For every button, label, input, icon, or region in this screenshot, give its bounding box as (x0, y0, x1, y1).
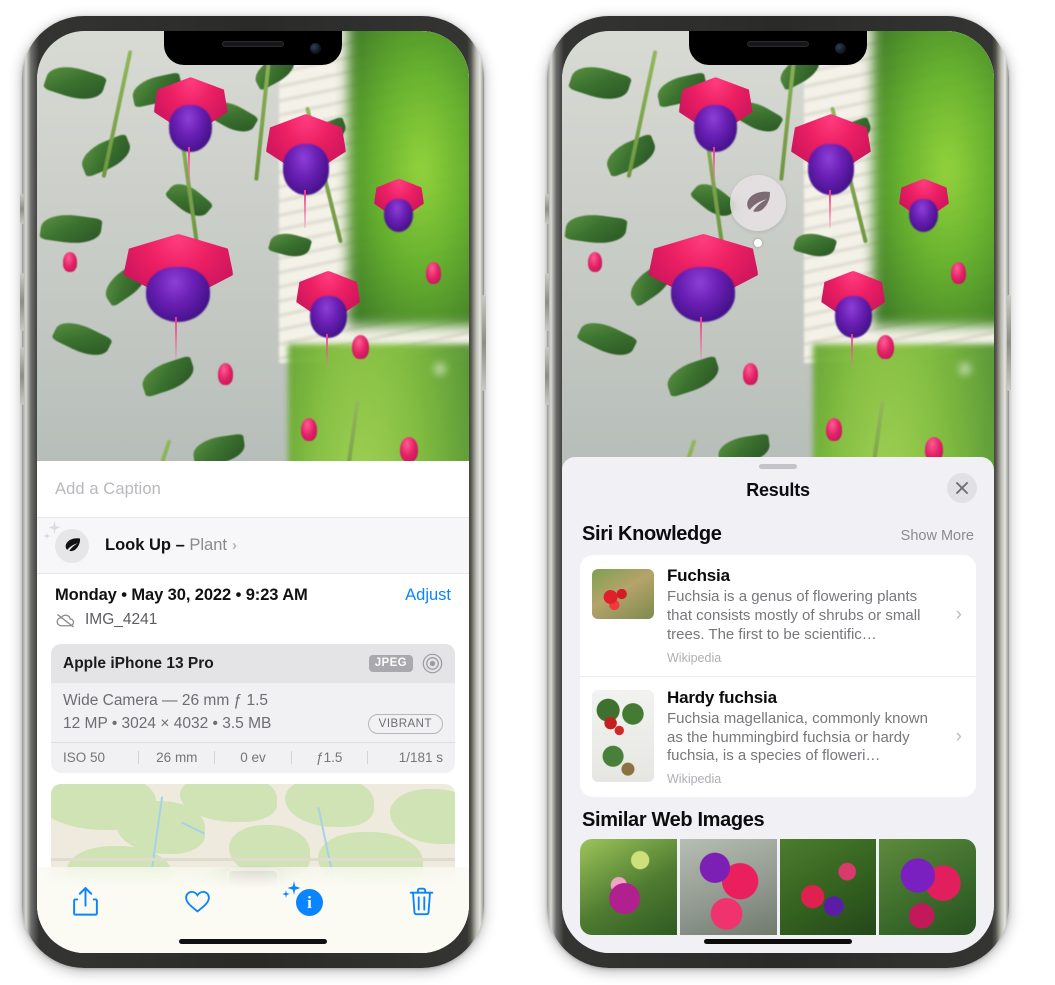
phone-left: Add a Caption Look Up – Plant › Monday •… (20, 16, 486, 968)
knowledge-source: Wikipedia (667, 772, 722, 787)
trash-icon (409, 887, 433, 915)
similar-web-images-strip[interactable] (580, 839, 976, 936)
info-letter: i (296, 889, 323, 916)
knowledge-item[interactable]: Fuchsia Fuchsia is a genus of flowering … (580, 555, 976, 676)
phone-right: Results Siri Knowledge Show More Fuchsia… (545, 16, 1011, 968)
aperture-icon (422, 653, 443, 674)
power-button[interactable] (482, 295, 486, 391)
exif-stat-iso: ISO 50 (63, 750, 106, 765)
sparkle-small-icon (282, 890, 290, 898)
image-size-info: 12 MP • 3024 × 4032 • 3.5 MB (63, 715, 272, 732)
look-up-label-group: Look Up – Plant › (105, 536, 237, 555)
speaker-slot (222, 41, 284, 47)
phone-left-screen: Add a Caption Look Up – Plant › Monday •… (37, 31, 469, 953)
exif-body: Wide Camera — 26 mm ƒ 1.5 12 MP • 3024 ×… (51, 683, 455, 742)
chevron-right-icon: › (955, 604, 962, 626)
leaf-icon (55, 528, 89, 563)
look-up-subject: Plant (189, 536, 227, 554)
visual-lookup-badge[interactable] (730, 175, 786, 231)
heart-icon (184, 890, 210, 912)
share-button[interactable] (63, 881, 107, 921)
exif-header: Apple iPhone 13 Pro JPEG (51, 644, 455, 683)
sparkle-small-icon (43, 531, 51, 540)
siri-knowledge-title: Siri Knowledge (582, 523, 722, 545)
photo-filename: IMG_4241 (85, 611, 158, 628)
silence-switch[interactable] (20, 194, 24, 224)
info-badge: i (282, 881, 324, 916)
show-more-button[interactable]: Show More (901, 528, 974, 544)
web-image-thumbnail[interactable] (679, 839, 777, 936)
photo-datetime: Monday • May 30, 2022 • 9:23 AM (55, 586, 308, 604)
visual-lookup-dot (754, 239, 762, 247)
power-button[interactable] (1007, 295, 1011, 391)
knowledge-thumbnail (592, 569, 654, 619)
notch (164, 31, 342, 65)
format-badge: JPEG (368, 655, 413, 672)
results-sheet: Results Siri Knowledge Show More Fuchsia… (562, 457, 994, 953)
volume-up-button[interactable] (20, 273, 24, 331)
close-icon (956, 482, 968, 494)
lens-info: Wide Camera — 26 mm ƒ 1.5 (63, 692, 269, 709)
sheet-title: Results (746, 479, 810, 500)
web-image-thumbnail[interactable] (779, 839, 877, 936)
exif-stat-aperture: ƒ1.5 (316, 750, 343, 765)
delete-button[interactable] (399, 881, 443, 921)
look-up-icon-group (43, 520, 89, 563)
speaker-slot (747, 41, 809, 47)
knowledge-title: Hardy fuchsia (667, 687, 777, 707)
sheet-header: Results (562, 469, 994, 511)
close-button[interactable] (947, 473, 977, 503)
caption-placeholder: Add a Caption (55, 479, 161, 498)
share-icon (72, 886, 98, 916)
camera-device-name: Apple iPhone 13 Pro (63, 654, 214, 672)
front-camera (310, 43, 321, 54)
knowledge-snippet: Fuchsia magellanica, commonly known as t… (667, 709, 928, 765)
silence-switch[interactable] (545, 194, 549, 224)
knowledge-item[interactable]: Hardy fuchsia Fuchsia magellanica, commo… (580, 675, 976, 798)
knowledge-snippet: Fuchsia is a genus of flowering plants t… (667, 588, 921, 643)
cloud-slash-icon (56, 613, 75, 627)
chevron-right-icon: › (231, 537, 237, 554)
notch (689, 31, 867, 65)
volume-down-button[interactable] (545, 347, 549, 405)
knowledge-title: Fuchsia (667, 566, 730, 585)
info-button[interactable]: i (282, 881, 331, 921)
favorite-button[interactable] (175, 881, 219, 921)
home-indicator[interactable] (704, 939, 852, 944)
adjust-button[interactable]: Adjust (405, 586, 451, 605)
chevron-right-icon: › (955, 726, 962, 747)
exif-stat-focal: 26 mm (156, 750, 198, 765)
exif-stats-row: ISO 50 26 mm 0 ev ƒ1.5 1/181 s (51, 742, 455, 773)
leaf-icon (747, 191, 770, 212)
similar-web-images-title: Similar Web Images (582, 809, 765, 832)
siri-knowledge-header: Siri Knowledge Show More (562, 511, 994, 555)
similar-web-images-header: Similar Web Images (562, 797, 994, 839)
knowledge-thumbnail (592, 689, 654, 782)
exif-card[interactable]: Apple iPhone 13 Pro JPEG Wide Camera — 2… (51, 644, 455, 773)
volume-up-button[interactable] (545, 273, 549, 331)
web-image-thumbnail[interactable] (879, 839, 976, 936)
front-camera (835, 43, 846, 54)
look-up-row[interactable]: Look Up – Plant › (37, 517, 469, 573)
screenshot-stage: Add a Caption Look Up – Plant › Monday •… (0, 0, 1055, 985)
knowledge-body: Hardy fuchsia Fuchsia magellanica, commo… (667, 688, 964, 787)
knowledge-body: Fuchsia Fuchsia is a genus of flowering … (667, 566, 964, 665)
phone-right-screen: Results Siri Knowledge Show More Fuchsia… (562, 31, 994, 953)
siri-knowledge-card: Fuchsia Fuchsia is a genus of flowering … (580, 555, 976, 798)
date-block: Monday • May 30, 2022 • 9:23 AM Adjust I… (37, 573, 469, 640)
look-up-label: Look Up – (105, 536, 190, 554)
photo-info-panel: Add a Caption Look Up – Plant › Monday •… (37, 461, 469, 953)
home-indicator[interactable] (179, 939, 327, 944)
web-image-thumbnail[interactable] (580, 839, 677, 936)
exif-stat-shutter: 1/181 s (398, 750, 444, 765)
vibrant-badge: VIBRANT (367, 714, 443, 734)
knowledge-source: Wikipedia (667, 650, 722, 665)
exif-stat-ev: 0 ev (240, 750, 266, 765)
volume-down-button[interactable] (20, 347, 24, 405)
caption-input[interactable]: Add a Caption (37, 461, 469, 517)
